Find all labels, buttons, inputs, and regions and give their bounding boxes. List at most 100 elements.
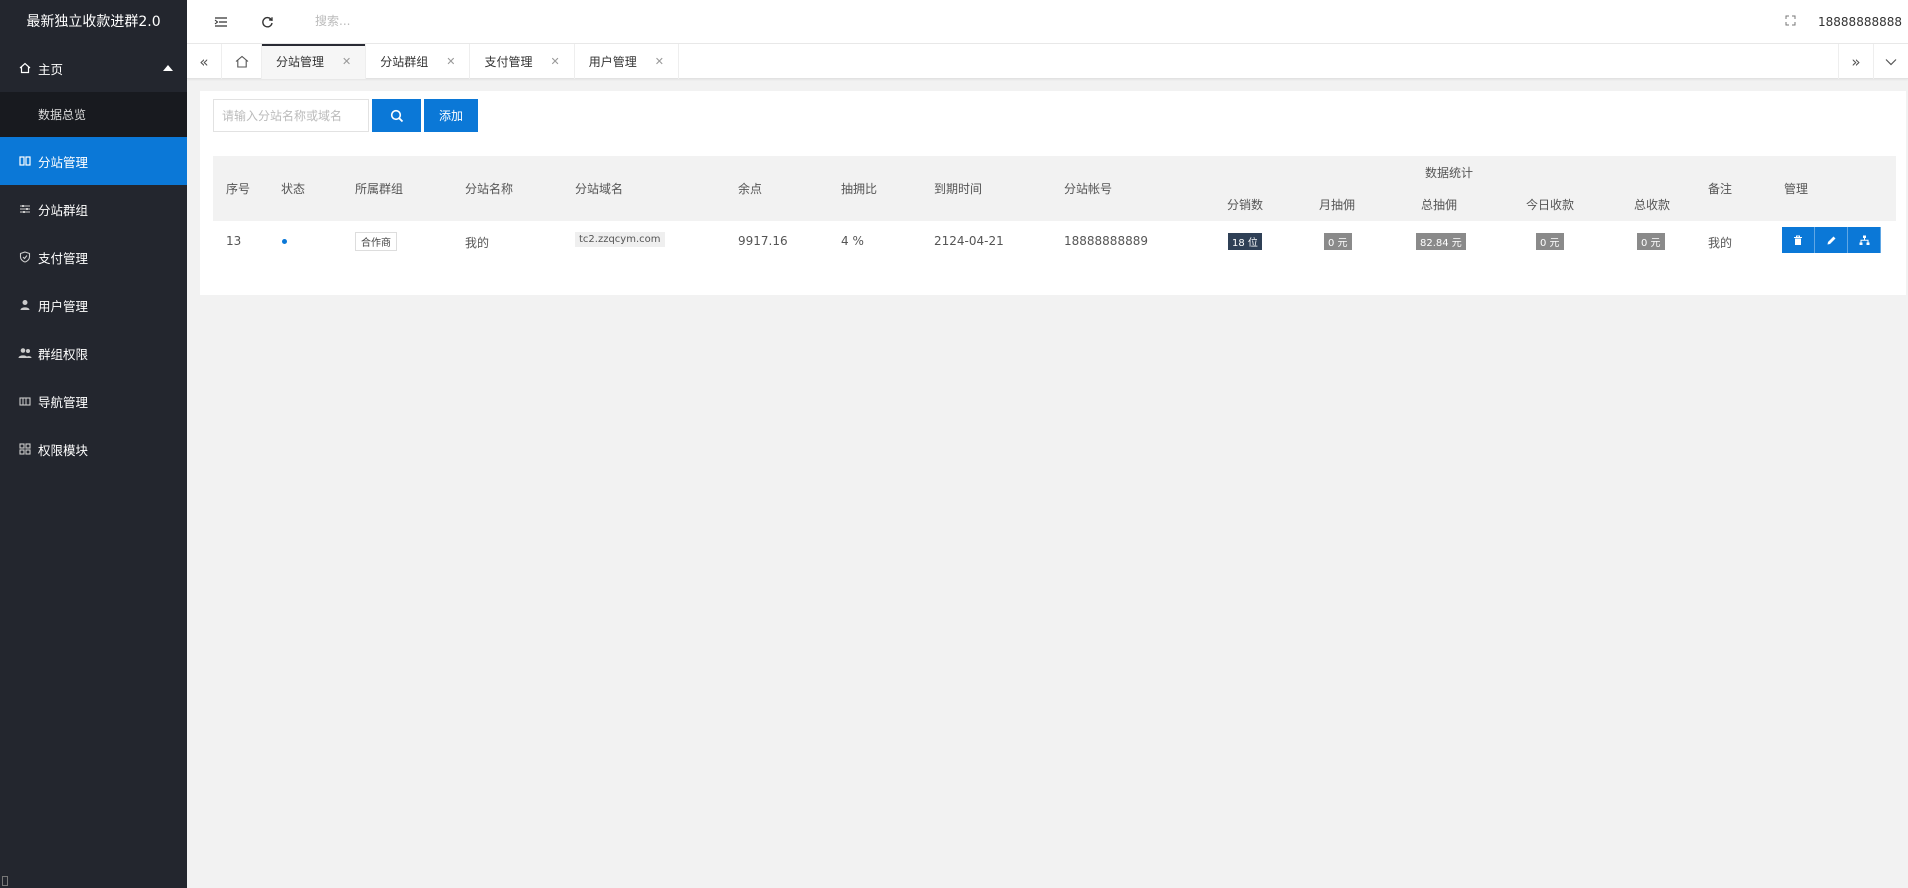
tab-bar: « 分站管理 ✕ 分站群组 ✕ 支付管理 ✕ 用户管理 ✕ » — [187, 44, 1908, 79]
content-panel: 添加 序号 状态 所属群组 分站名称 分站域名 余点 抽拥比 到期时间 分站帐号… — [200, 91, 1906, 295]
today-income-badge: 0 元 — [1536, 233, 1564, 250]
caret-up-icon — [163, 65, 173, 71]
user-account[interactable]: 18888888888 — [1818, 15, 1902, 29]
domain-tag[interactable]: tc2.zzqcym.com — [575, 232, 665, 247]
tabs-scroll-right-button[interactable]: » — [1838, 44, 1873, 79]
sidebar-item-label: 分站群组 — [38, 202, 89, 218]
col-name: 分站名称 — [465, 182, 514, 196]
col-month-commission: 月抽佣 — [1319, 198, 1356, 212]
col-total-income: 总收款 — [1634, 198, 1671, 212]
top-header: 18888888888 — [187, 0, 1908, 44]
sidebar-item-navigation[interactable]: 导航管理 — [0, 377, 187, 425]
close-icon[interactable]: ✕ — [342, 55, 351, 68]
col-account: 分站帐号 — [1064, 182, 1113, 196]
tab-label: 分站群组 — [380, 55, 429, 69]
col-today-income: 今日收款 — [1526, 198, 1575, 212]
grid-icon — [18, 443, 32, 455]
col-group: 所属群组 — [355, 182, 404, 196]
resize-handle[interactable] — [2, 876, 8, 886]
sidebar-item-home[interactable]: 主页 — [0, 44, 187, 92]
sidebar-item-label: 支付管理 — [38, 250, 89, 266]
cell-id: 13 — [226, 234, 242, 248]
col-total-commission: 总抽佣 — [1421, 198, 1458, 212]
chevron-down-icon — [1885, 58, 1897, 65]
month-commission-badge: 0 元 — [1324, 233, 1352, 250]
sidebar: 最新独立收款进群2.0 主页 数据总览 分站管理 分站群组 支付管理 用户管理 — [0, 0, 187, 888]
total-commission-badge: 82.84 元 — [1416, 233, 1466, 250]
col-sales: 分销数 — [1227, 198, 1264, 212]
columns-icon — [18, 156, 32, 166]
substation-search-input[interactable] — [213, 99, 369, 132]
cell-ratio: 4 % — [841, 234, 864, 248]
col-id: 序号 — [226, 182, 251, 196]
pencil-icon — [1827, 236, 1835, 244]
delete-button[interactable] — [1782, 227, 1815, 253]
refresh-icon — [261, 16, 273, 27]
col-ratio: 抽拥比 — [841, 182, 878, 196]
sliders-icon — [18, 204, 32, 214]
user-icon — [18, 299, 32, 311]
sidebar-item-group-permissions[interactable]: 群组权限 — [0, 329, 187, 377]
refresh-button[interactable] — [257, 12, 277, 32]
total-income-badge: 0 元 — [1637, 233, 1665, 250]
sidebar-item-label: 群组权限 — [38, 346, 89, 362]
app-title: 最新独立收款进群2.0 — [0, 0, 187, 44]
global-search-input[interactable] — [315, 14, 515, 28]
add-button[interactable]: 添加 — [424, 99, 478, 132]
group-tag: 合作商 — [355, 232, 397, 251]
tab-list: 分站管理 ✕ 分站群组 ✕ 支付管理 ✕ 用户管理 ✕ — [262, 44, 679, 79]
tab-substations[interactable]: 分站管理 ✕ — [262, 44, 367, 79]
row-actions — [1782, 227, 1881, 253]
table-header: 序号 状态 所属群组 分站名称 分站域名 余点 抽拥比 到期时间 分站帐号 数据… — [213, 156, 1896, 221]
close-icon[interactable]: ✕ — [446, 55, 455, 68]
tab-payment[interactable]: 支付管理 ✕ — [470, 44, 575, 79]
tab-substation-groups[interactable]: 分站群组 ✕ — [366, 44, 471, 79]
col-domain: 分站域名 — [575, 182, 624, 196]
cell-note: 我的 — [1708, 236, 1733, 250]
close-icon[interactable]: ✕ — [550, 55, 559, 68]
menu-fold-icon — [214, 17, 227, 27]
settings-button[interactable] — [1848, 227, 1881, 253]
filter-toolbar: 添加 — [213, 99, 478, 132]
fullscreen-icon[interactable] — [1785, 15, 1796, 29]
sidebar-item-substations[interactable]: 分站管理 — [0, 137, 187, 185]
sidebar-item-substation-groups[interactable]: 分站群组 — [0, 185, 187, 233]
sidebar-item-label: 分站管理 — [38, 154, 89, 170]
sidebar-subitem-overview[interactable]: 数据总览 — [0, 92, 187, 137]
sidebar-item-label: 用户管理 — [38, 298, 89, 314]
cell-account: 18888888889 — [1064, 234, 1148, 248]
tabs-menu-button[interactable] — [1873, 44, 1908, 79]
tab-home[interactable] — [222, 44, 262, 79]
shield-icon — [18, 251, 32, 263]
edit-button[interactable] — [1815, 227, 1848, 253]
sidebar-item-permission-modules[interactable]: 权限模块 — [0, 425, 187, 473]
col-group-stats: 数据统计 — [1425, 166, 1474, 180]
home-icon — [235, 55, 248, 68]
sidebar-item-payment[interactable]: 支付管理 — [0, 233, 187, 281]
col-manage: 管理 — [1784, 182, 1809, 196]
tabs-scroll-left-button[interactable]: « — [187, 44, 222, 79]
sidebar-item-label: 导航管理 — [38, 394, 89, 410]
tab-label: 分站管理 — [276, 55, 325, 69]
users-icon — [18, 347, 32, 359]
search-icon — [390, 109, 403, 122]
tab-label: 支付管理 — [484, 55, 533, 69]
sitemap-icon — [1859, 235, 1869, 245]
sidebar-item-label: 数据总览 — [38, 108, 87, 122]
tab-label: 用户管理 — [588, 55, 637, 69]
menu-toggle-button[interactable] — [211, 12, 231, 32]
sidebar-item-label: 权限模块 — [38, 442, 89, 458]
cell-balance: 9917.16 — [738, 234, 788, 248]
col-note: 备注 — [1708, 182, 1733, 196]
cell-expire: 2124-04-21 — [934, 234, 1004, 248]
table-row: 13 合作商 我的 tc2.zzqcym.com 9917.16 4 % 212… — [213, 221, 1896, 261]
tab-users[interactable]: 用户管理 ✕ — [575, 44, 679, 79]
close-icon[interactable]: ✕ — [655, 55, 664, 68]
double-chevron-right-icon: » — [1851, 52, 1861, 71]
double-chevron-left-icon: « — [199, 52, 209, 71]
search-button[interactable] — [372, 99, 421, 132]
cell-name: 我的 — [465, 236, 490, 250]
sidebar-item-users[interactable]: 用户管理 — [0, 281, 187, 329]
col-expire: 到期时间 — [934, 182, 983, 196]
trash-icon — [1794, 235, 1802, 245]
